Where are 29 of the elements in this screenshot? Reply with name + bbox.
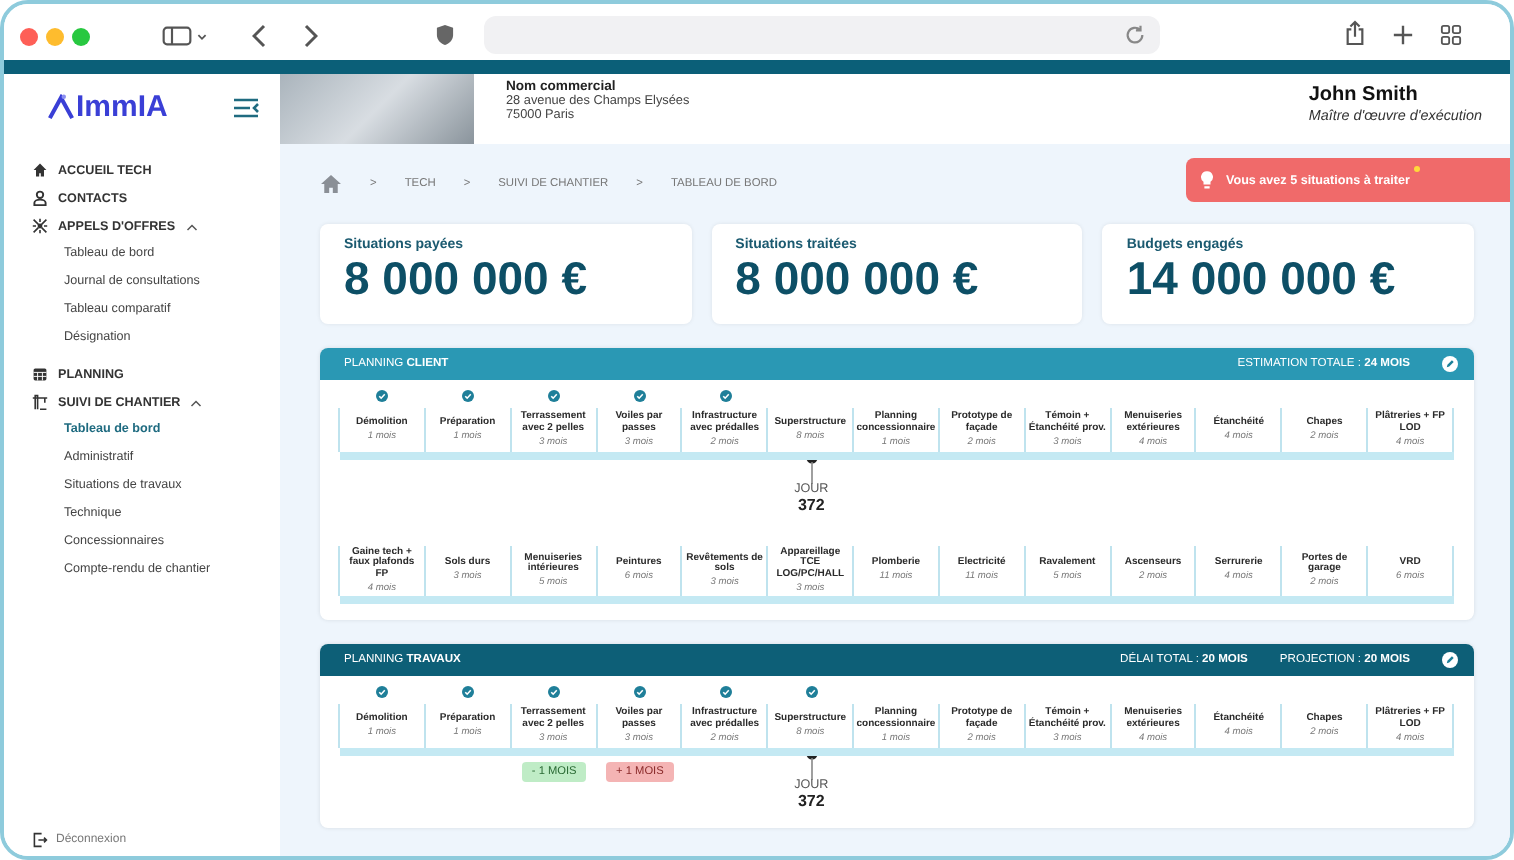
user-name: John Smith bbox=[1308, 84, 1420, 106]
close-window-button[interactable] bbox=[20, 28, 38, 46]
today-value: 372 bbox=[797, 793, 825, 812]
tabs-grid-icon[interactable] bbox=[1440, 24, 1462, 46]
stat-value: 8 000 000 € bbox=[344, 252, 590, 305]
share-icon[interactable] bbox=[1344, 20, 1366, 46]
reload-icon[interactable] bbox=[1124, 24, 1146, 46]
person-icon bbox=[32, 190, 48, 206]
logo-icon bbox=[48, 94, 74, 120]
forward-icon[interactable] bbox=[302, 24, 318, 48]
stat-value: 8 000 000 € bbox=[735, 252, 981, 305]
edit-icon[interactable] bbox=[1442, 651, 1458, 668]
today-value: 372 bbox=[797, 497, 825, 516]
crane-icon bbox=[32, 394, 48, 410]
menu-icon[interactable] bbox=[232, 97, 260, 117]
lightbulb-icon bbox=[1200, 170, 1214, 190]
calendar-icon bbox=[32, 366, 48, 382]
edit-icon[interactable] bbox=[1442, 356, 1458, 372]
home-icon[interactable] bbox=[320, 174, 342, 194]
address-field[interactable] bbox=[484, 16, 1160, 54]
home-icon bbox=[32, 162, 48, 178]
logout-icon bbox=[32, 832, 48, 848]
logo-text: ImmIA bbox=[76, 90, 168, 124]
stat-value: 14 000 000 € bbox=[1126, 252, 1398, 305]
plus-icon[interactable] bbox=[1392, 24, 1414, 46]
shield-icon[interactable] bbox=[436, 24, 454, 46]
network-icon bbox=[32, 218, 48, 234]
sidebar-toggle-icon[interactable] bbox=[162, 26, 192, 46]
back-icon[interactable] bbox=[252, 24, 268, 48]
